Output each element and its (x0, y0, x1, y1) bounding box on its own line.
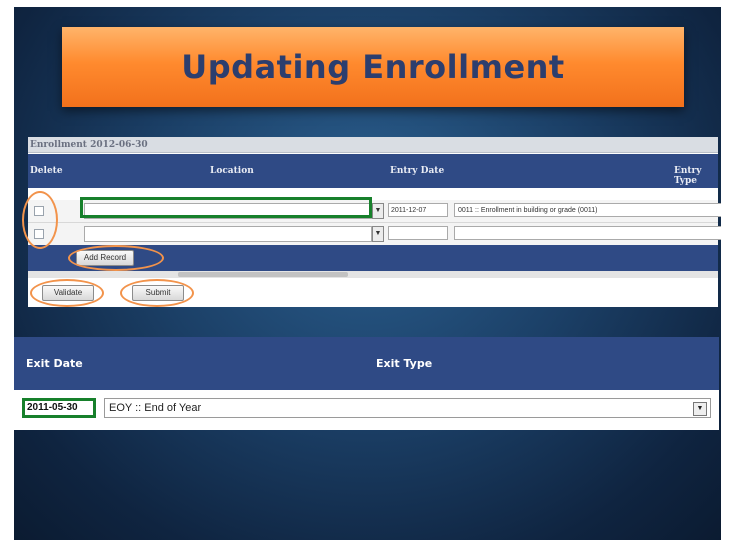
column-exit-date: Exit Date (26, 357, 83, 370)
chevron-down-icon[interactable]: ▼ (693, 402, 707, 416)
scrollbar-thumb[interactable] (178, 272, 348, 277)
exit-row: 2011-05-30 EOY :: End of Year ▼ (14, 390, 719, 430)
checkbox-highlight-ring (22, 191, 58, 249)
chevron-down-icon[interactable]: ▼ (372, 226, 384, 242)
column-entry-date: Entry Date (390, 166, 445, 176)
exit-date-input[interactable]: 2011-05-30 (22, 398, 96, 418)
column-location: Location (210, 166, 254, 176)
enrollment-panel: Enrollment 2012-06-30 Delete Location En… (22, 137, 721, 307)
entry-date-input[interactable] (388, 226, 448, 240)
exit-type-select[interactable]: EOY :: End of Year ▼ (104, 398, 711, 418)
exit-grid-header: Exit Date Exit Type (14, 337, 719, 390)
column-exit-type: Exit Type (376, 357, 433, 370)
entry-date-input[interactable]: 2011-12-07 (388, 203, 448, 217)
entry-type-input[interactable]: 0011 :: Enrollment in building or grade … (454, 203, 721, 217)
submit-highlight-ring (120, 279, 194, 307)
enrollment-panel-title: Enrollment 2012-06-30 (28, 137, 718, 153)
add-record-highlight-ring (68, 245, 164, 271)
column-delete: Delete (30, 166, 63, 176)
horizontal-scrollbar[interactable] (28, 271, 718, 278)
validate-highlight-ring (30, 279, 104, 307)
exit-panel: Exit Date Exit Type 2011-05-30 EOY :: En… (14, 337, 719, 430)
enrollment-grid-header: Delete Location Entry Date Entry Type (28, 154, 718, 188)
location-highlight-box (80, 197, 372, 218)
entry-type-input[interactable] (454, 226, 721, 240)
slide-title: Updating Enrollment (181, 48, 565, 86)
location-input[interactable] (84, 226, 372, 242)
table-row: ▼ (28, 223, 721, 246)
slide-background: Updating Enrollment Enrollment 2012-06-3… (14, 7, 721, 540)
chevron-down-icon[interactable]: ▼ (372, 203, 384, 219)
title-banner: Updating Enrollment (62, 27, 684, 107)
column-entry-type: Entry Type (674, 166, 702, 186)
exit-type-value: EOY :: End of Year (109, 402, 202, 414)
